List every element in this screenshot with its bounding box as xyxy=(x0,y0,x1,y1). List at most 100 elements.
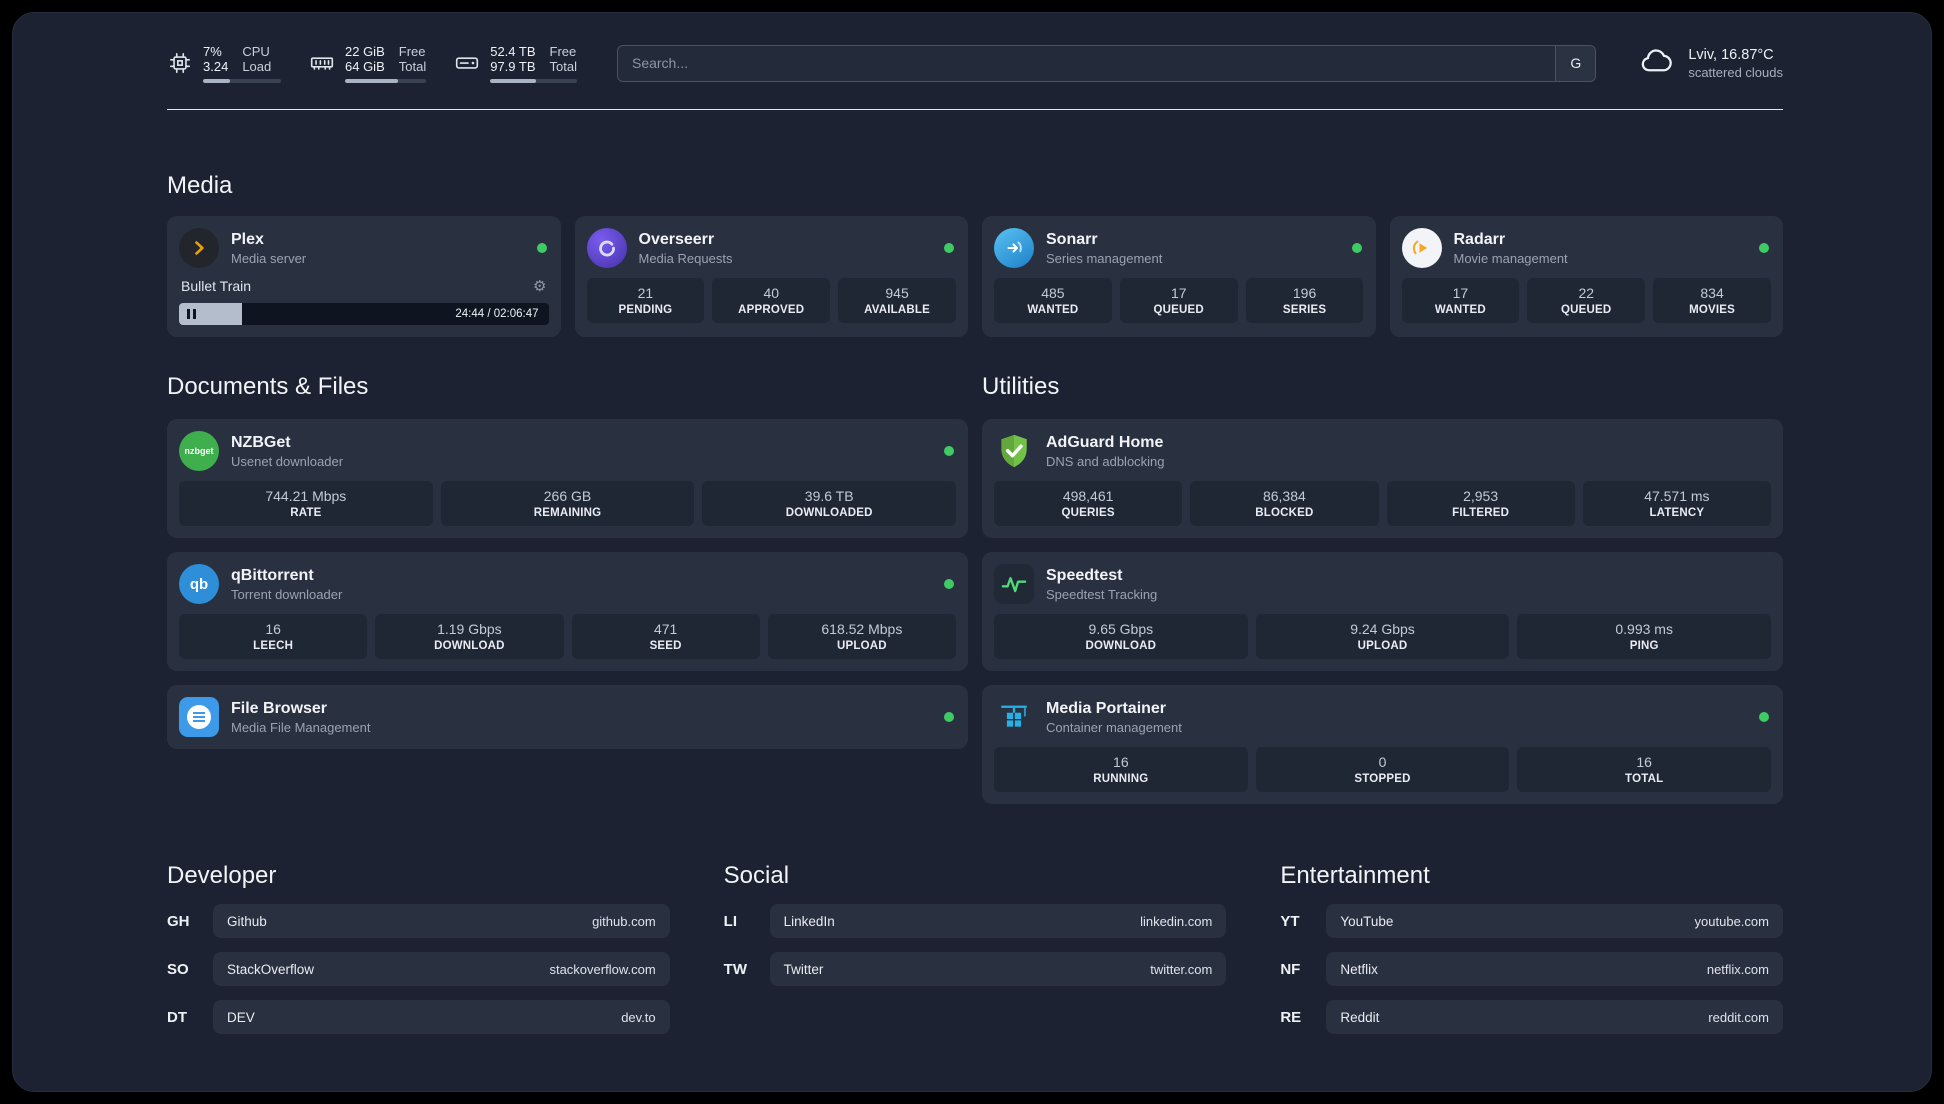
stat-queries: 498,461 QUERIES xyxy=(994,481,1183,526)
stat-label: DOWNLOAD xyxy=(1085,640,1157,652)
disk-widget: 52.4 TB 97.9 TB Free Total xyxy=(454,44,577,83)
bookmark-row: NF Netflix netflix.com xyxy=(1280,952,1783,986)
disk-bar-fill xyxy=(490,78,537,83)
app-card-plex[interactable]: Plex Media server Bullet Train ⚙ 24:44 /… xyxy=(167,216,561,337)
stat-value: 266 GB xyxy=(543,488,592,504)
app-title: Plex xyxy=(231,230,264,248)
app-card-overseerr[interactable]: Overseerr Media Requests 21 PENDING 40 A… xyxy=(574,216,968,337)
app-card-adguard[interactable]: AdGuard Home DNS and adblocking 498,461 … xyxy=(982,419,1783,538)
bookmark-url: linkedin.com xyxy=(1140,913,1213,929)
bookmark-reddit[interactable]: Reddit reddit.com xyxy=(1326,1000,1783,1034)
stat-wanted: 17 WANTED xyxy=(1401,278,1520,323)
stat-label: QUEUED xyxy=(1561,304,1612,316)
app-card-radarr[interactable]: Radarr Movie management 17 WANTED 22 QUE… xyxy=(1389,216,1783,337)
stat-stopped: 0 STOPPED xyxy=(1255,747,1510,792)
bookmark-abbr: TW xyxy=(723,960,747,978)
stat-label: SERIES xyxy=(1282,304,1327,316)
app-card-qbittorrent[interactable]: qb qBittorrent Torrent downloader 16 LEE… xyxy=(167,552,968,671)
stat-label: WANTED xyxy=(1027,304,1079,316)
stat-rate: 744.21 Mbps RATE xyxy=(179,481,433,526)
bookmark-youtube[interactable]: YouTube youtube.com xyxy=(1326,904,1783,938)
search-input[interactable] xyxy=(616,44,1597,82)
bookmark-dev[interactable]: DEV dev.to xyxy=(213,1000,670,1034)
app-title: Media Portainer xyxy=(1046,699,1167,717)
search-engine-button[interactable]: G xyxy=(1555,45,1596,81)
disk-free: 52.4 TB xyxy=(490,43,536,59)
stat-label: BLOCKED xyxy=(1255,507,1314,519)
section-title-entertainment: Entertainment xyxy=(1280,862,1430,889)
stat-label: FILTERED xyxy=(1452,507,1510,519)
status-dot xyxy=(944,712,954,722)
cpu-percent: 7% xyxy=(203,43,222,59)
app-card-speedtest[interactable]: Speedtest Speedtest Tracking 9.65 Gbps D… xyxy=(982,552,1783,671)
bookmark-url: reddit.com xyxy=(1708,1009,1769,1025)
cpu-widget: 7% 3.24 CPU Load xyxy=(167,44,281,83)
ram-total: 64 GiB xyxy=(345,58,385,74)
stat-label: DOWNLOAD xyxy=(434,640,505,652)
stat-download: 1.19 Gbps DOWNLOAD xyxy=(375,614,564,659)
stat-value: 9.24 Gbps xyxy=(1350,621,1415,637)
stat-value: 2,953 xyxy=(1463,488,1499,504)
app-title: Overseerr xyxy=(638,230,715,248)
bookmark-github[interactable]: Github github.com xyxy=(213,904,670,938)
stat-value: 22 xyxy=(1578,285,1595,301)
overseerr-icon xyxy=(586,228,627,268)
stat-movies: 834 MOVIES xyxy=(1653,278,1771,323)
stat-value: 471 xyxy=(653,621,678,637)
stat-download: 9.65 Gbps DOWNLOAD xyxy=(994,614,1248,659)
stat-approved: 40 APPROVED xyxy=(712,278,831,323)
app-card-sonarr[interactable]: Sonarr Series management 485 WANTED 17 Q… xyxy=(982,216,1376,337)
stat-value: 0.993 ms xyxy=(1615,621,1673,637)
cpu-load: 3.24 xyxy=(203,58,229,74)
stat-label: QUEUED xyxy=(1153,304,1204,316)
disk-label-bottom: Total xyxy=(549,58,577,74)
radarr-icon xyxy=(1401,228,1442,268)
gear-icon[interactable]: ⚙ xyxy=(533,277,546,295)
app-title: Sonarr xyxy=(1046,230,1098,248)
weather-location: Lviv, 16.87°C xyxy=(1688,46,1774,63)
section-title-social: Social xyxy=(723,862,790,889)
stat-upload: 618.52 Mbps UPLOAD xyxy=(767,614,956,659)
bookmark-name: DEV xyxy=(227,1009,255,1025)
disk-bar xyxy=(490,78,577,83)
stat-label: RUNNING xyxy=(1093,773,1149,785)
utilities-column: Utilities AdGuard Home DNS and adblockin… xyxy=(982,337,1783,818)
bookmark-linkedin[interactable]: LinkedIn linkedin.com xyxy=(769,904,1227,938)
app-title: File Browser xyxy=(231,699,328,717)
status-dot xyxy=(944,579,954,589)
bookmark-twitter[interactable]: Twitter twitter.com xyxy=(769,952,1227,986)
bookmark-name: Github xyxy=(227,913,267,929)
pause-icon[interactable] xyxy=(187,309,196,319)
stat-label: LATENCY xyxy=(1649,507,1705,519)
bookmark-netflix[interactable]: Netflix netflix.com xyxy=(1326,952,1783,986)
plex-icon xyxy=(179,228,219,268)
nzbget-logo-text: nzbget xyxy=(184,446,214,456)
sonarr-icon xyxy=(994,228,1034,268)
plex-seekbar[interactable]: 24:44 / 02:06:47 xyxy=(179,303,549,325)
status-dot xyxy=(1759,712,1769,722)
stat-value: 16 xyxy=(1113,754,1129,770)
bookmark-name: YouTube xyxy=(1340,913,1394,929)
bookmark-stackoverflow[interactable]: StackOverflow stackoverflow.com xyxy=(213,952,670,986)
app-subtitle: Movie management xyxy=(1453,250,1568,266)
bookmark-abbr: YT xyxy=(1280,912,1300,930)
app-card-nzbget[interactable]: nzbget NZBGet Usenet downloader 744.21 M… xyxy=(167,419,968,538)
stat-label: QUERIES xyxy=(1061,507,1115,519)
bookmark-row: YT YouTube youtube.com xyxy=(1280,904,1783,938)
app-subtitle: DNS and adblocking xyxy=(1046,453,1165,469)
bookmark-url: twitter.com xyxy=(1150,961,1213,977)
section-title-utilities: Utilities xyxy=(982,373,1060,400)
stat-available: 945 AVAILABLE xyxy=(838,278,956,323)
stat-value: 744.21 Mbps xyxy=(265,488,347,504)
stat-label: APPROVED xyxy=(738,304,805,316)
status-dot xyxy=(944,243,954,253)
stat-label: PING xyxy=(1629,640,1659,652)
app-card-portainer[interactable]: Media Portainer Container management 16 … xyxy=(982,685,1783,804)
stat-blocked: 86,384 BLOCKED xyxy=(1190,481,1379,526)
stat-value: 0 xyxy=(1378,754,1387,770)
bookmarks-row: Developer GH Github github.com SO StackO… xyxy=(167,862,1783,1034)
stat-label: TOTAL xyxy=(1625,773,1664,785)
app-card-filebrowser[interactable]: File Browser Media File Management xyxy=(167,685,968,749)
app-subtitle: Torrent downloader xyxy=(231,586,343,602)
speedtest-icon xyxy=(994,564,1034,604)
